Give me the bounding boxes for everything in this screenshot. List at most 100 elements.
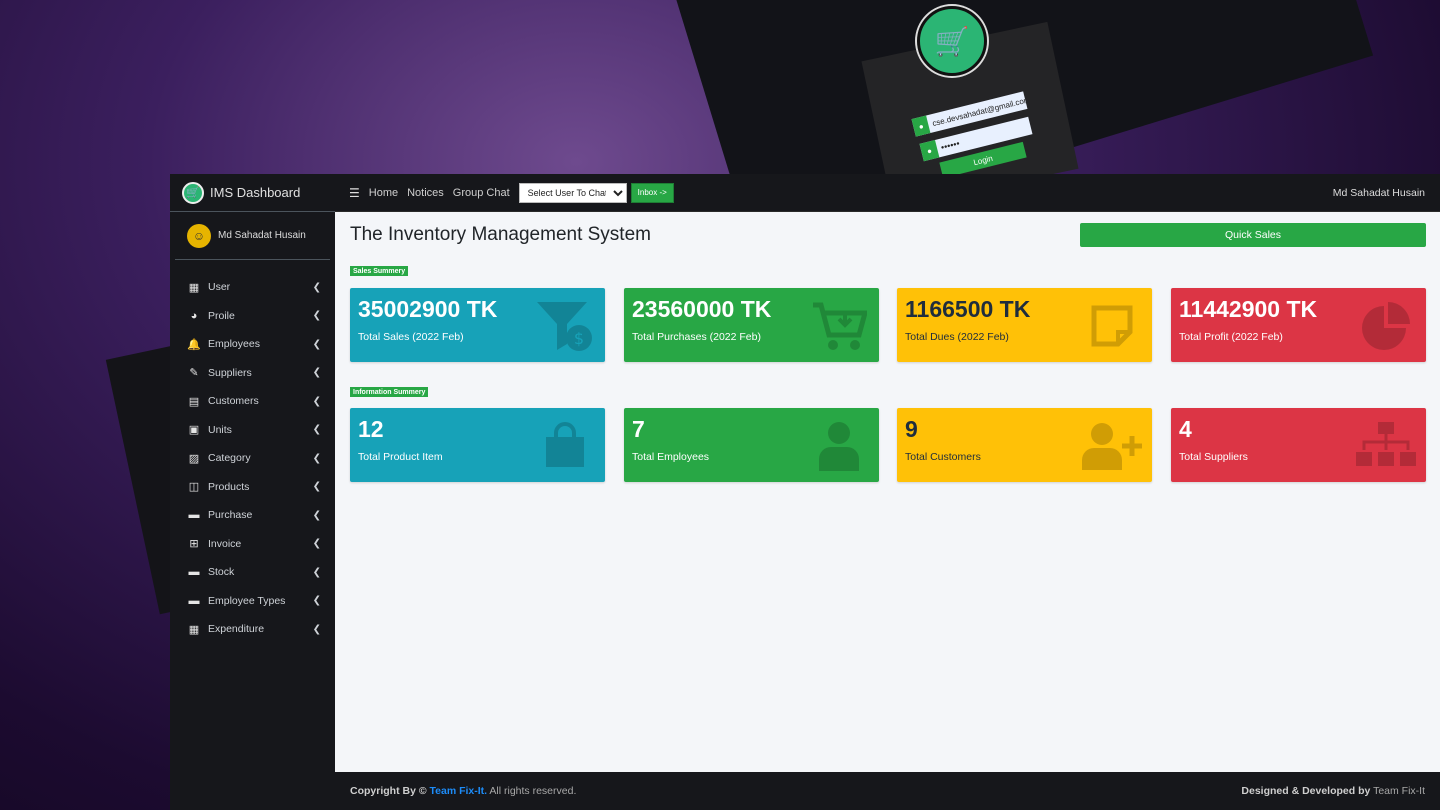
summary-card[interactable]: 11442900 TK Total Profit (2022 Feb) xyxy=(1171,288,1426,362)
sidebar-item-suppliers[interactable]: ✎ Suppliers ❮ xyxy=(170,359,335,388)
sidebar-item-label: Employee Types xyxy=(208,594,286,607)
chevron-left-icon: ❮ xyxy=(312,595,321,607)
chevron-left-icon: ❮ xyxy=(312,509,321,521)
card-label: Total Sales (2022 Feb) xyxy=(358,331,464,343)
user-tie-icon xyxy=(809,416,869,476)
plus-square-icon: ⊞ xyxy=(189,538,199,551)
card-value: 23560000 TK xyxy=(632,296,772,322)
sidebar-item-label: Units xyxy=(208,423,232,436)
chevron-left-icon: ❮ xyxy=(312,566,321,578)
bell-icon: 🔔 xyxy=(187,338,201,351)
inbox-button[interactable]: Inbox -> xyxy=(630,182,674,203)
chevron-left-icon: ❮ xyxy=(312,310,321,322)
card-label: Total Product Item xyxy=(358,451,443,463)
sidebar-nav: ▦ User ❮ ◕ Proile ❮ 🔔 Employees ❮ ✎ Suppliers ❮ ▤ Cus… xyxy=(170,273,335,644)
sidebar-item-expenditure[interactable]: ▦ Expenditure ❮ xyxy=(170,615,335,644)
user-plus-icon xyxy=(1082,416,1142,476)
footer-team-link[interactable]: Team Fix-It. xyxy=(430,785,488,797)
brand-title: IMS Dashboard xyxy=(210,185,301,200)
sidebar-item-label: Expenditure xyxy=(208,623,265,636)
sidebar-item-employee-types[interactable]: ▬ Employee Types ❮ xyxy=(170,587,335,616)
chevron-left-icon: ❮ xyxy=(312,538,321,550)
card-value: 1166500 TK xyxy=(905,296,1031,322)
footer-credits: Designed & Developed by Team Fix-It xyxy=(1241,785,1425,797)
nav-link-notices[interactable]: Notices xyxy=(407,187,444,199)
sidebar-item-label: Customers xyxy=(208,395,259,408)
chevron-left-icon: ❮ xyxy=(312,395,321,407)
sidebar-item-invoice[interactable]: ⊞ Invoice ❮ xyxy=(170,530,335,559)
avatar: ☺ xyxy=(187,223,211,248)
designed-team: Team Fix-It xyxy=(1373,785,1425,797)
page-title: The Inventory Management System xyxy=(350,224,651,245)
sidebar-item-customers[interactable]: ▤ Customers ❮ xyxy=(170,387,335,416)
card-value: 12 xyxy=(358,416,384,442)
svg-text:$: $ xyxy=(574,329,584,348)
chevron-left-icon: ❮ xyxy=(312,367,321,379)
sidebar-item-purchase[interactable]: ▬ Purchase ❮ xyxy=(170,501,335,530)
card-value: 9 xyxy=(905,416,918,442)
book-icon: ▬ xyxy=(188,509,200,522)
user-panel-name: Md Sahadat Husain xyxy=(218,230,306,241)
chevron-left-icon: ❮ xyxy=(312,281,321,293)
card-label: Total Suppliers xyxy=(1179,451,1248,463)
grid-icon: ▦ xyxy=(188,281,200,294)
sales-summary-badge: Sales Summery xyxy=(350,266,409,276)
card-label: Total Customers xyxy=(905,451,981,463)
app-window: 🛒 IMS Dashboard ☺ Md Sahadat Husain ▦ Use… xyxy=(170,174,1440,810)
chevron-left-icon: ❮ xyxy=(312,452,321,464)
calendar-icon: ▣ xyxy=(188,424,200,437)
nav-link-group-chat[interactable]: Group Chat xyxy=(453,187,510,199)
sidebar-item-category[interactable]: ▨ Category ❮ xyxy=(170,444,335,473)
funnel-dollar-icon: $ xyxy=(535,296,595,356)
card-label: Total Profit (2022 Feb) xyxy=(1179,331,1283,343)
card-value: 11442900 TK xyxy=(1179,296,1318,322)
sidebar-item-label: Suppliers xyxy=(208,366,252,379)
footer-copyright: Copyright By © Team Fix-It. All rights r… xyxy=(350,785,576,797)
summary-card[interactable]: 23560000 TK Total Purchases (2022 Feb) xyxy=(624,288,879,362)
ims-logo-large: 🛒 xyxy=(917,6,987,76)
chevron-left-icon: ❮ xyxy=(312,338,321,350)
card-label: Total Employees xyxy=(632,451,710,463)
summary-card[interactable]: 9 Total Customers xyxy=(897,408,1152,482)
user-panel[interactable]: ☺ Md Sahadat Husain xyxy=(175,212,330,260)
nav-link-home[interactable]: Home xyxy=(369,187,398,199)
card-value: 35002900 TK xyxy=(358,296,498,322)
card-value: 4 xyxy=(1179,416,1192,442)
book-icon: ▬ xyxy=(188,566,200,579)
sidebar-item-label: User xyxy=(208,281,231,294)
topbar: ☰ Home Notices Group Chat Select User To… xyxy=(335,174,1440,212)
sidebar: 🛒 IMS Dashboard ☺ Md Sahadat Husain ▦ Use… xyxy=(170,174,335,810)
sidebar-item-employees[interactable]: 🔔 Employees ❮ xyxy=(170,330,335,359)
chat-user-select[interactable]: Select User To Chat xyxy=(518,182,627,203)
sidebar-item-proile[interactable]: ◕ Proile ❮ xyxy=(170,302,335,331)
summary-card[interactable]: 7 Total Employees xyxy=(624,408,879,482)
summary-card[interactable]: 12 Total Product Item xyxy=(350,408,605,482)
brand-link[interactable]: 🛒 IMS Dashboard xyxy=(170,174,335,212)
sticky-note-icon xyxy=(1082,296,1142,356)
main-content: The Inventory Management System Quick Sa… xyxy=(335,212,1440,772)
sidebar-item-label: Category xyxy=(208,452,251,465)
sidebar-item-label: Invoice xyxy=(208,537,242,550)
topbar-user-name[interactable]: Md Sahadat Husain xyxy=(1333,187,1425,199)
chevron-left-icon: ❮ xyxy=(312,623,321,635)
sidebar-item-products[interactable]: ◫ Products ❮ xyxy=(170,473,335,502)
card-label: Total Purchases (2022 Feb) xyxy=(632,331,761,343)
summary-card[interactable]: 4 Total Suppliers xyxy=(1171,408,1426,482)
quick-sales-button[interactable]: Quick Sales xyxy=(1080,223,1426,247)
chart-pie-icon xyxy=(1356,296,1416,356)
image-icon: ▨ xyxy=(188,452,200,465)
menu-toggle-icon[interactable]: ☰ xyxy=(349,186,360,200)
summary-card[interactable]: 35002900 TK Total Sales (2022 Feb) $ xyxy=(350,288,605,362)
summary-card[interactable]: 1166500 TK Total Dues (2022 Feb) xyxy=(897,288,1152,362)
sidebar-item-user[interactable]: ▦ User ❮ xyxy=(170,273,335,302)
edit-icon: ✎ xyxy=(189,367,199,380)
footer: Copyright By © Team Fix-It. All rights r… xyxy=(335,772,1440,810)
sidebar-item-label: Employees xyxy=(208,338,260,351)
sidebar-item-units[interactable]: ▣ Units ❮ xyxy=(170,416,335,445)
brand-logo-icon: 🛒 xyxy=(182,181,204,204)
columns-icon: ◫ xyxy=(188,481,200,494)
sidebar-item-label: Products xyxy=(208,480,250,493)
sidebar-item-stock[interactable]: ▬ Stock ❮ xyxy=(170,558,335,587)
chevron-left-icon: ❮ xyxy=(312,481,321,493)
table-icon: ▤ xyxy=(188,395,200,408)
